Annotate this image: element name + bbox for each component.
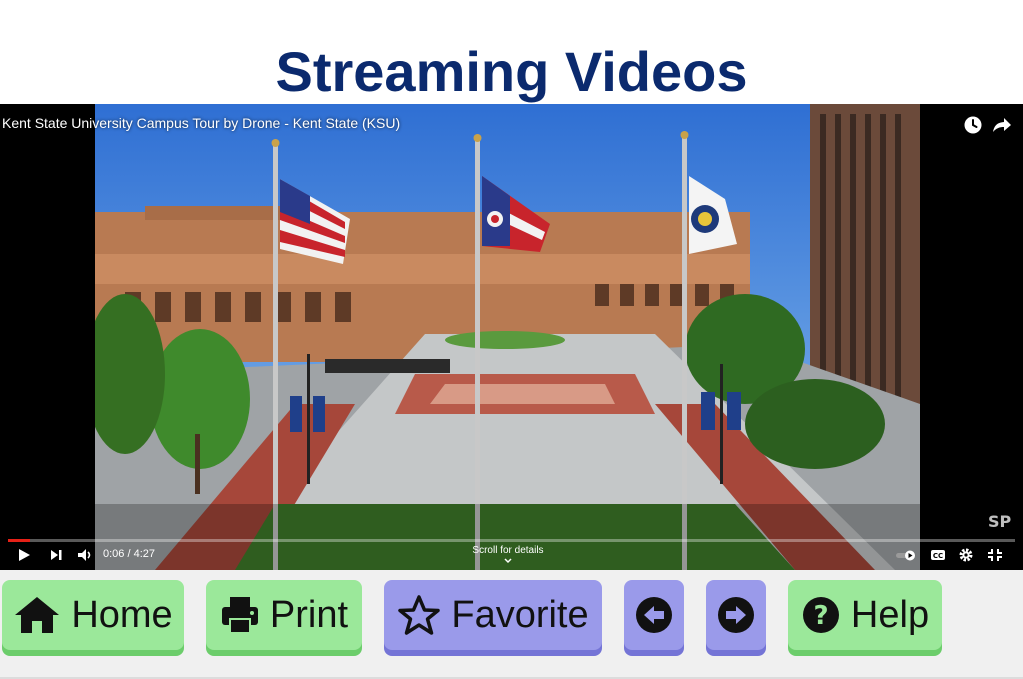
star-icon — [398, 595, 441, 635]
page-title: Streaming Videos — [275, 40, 748, 103]
print-label: Print — [269, 593, 349, 636]
settings-icon[interactable] — [957, 545, 975, 565]
printer-icon — [221, 597, 258, 634]
chevron-down-icon — [504, 558, 512, 564]
watch-later-icon[interactable] — [962, 114, 984, 136]
svg-text:?: ? — [813, 601, 828, 631]
help-label: Help — [850, 593, 930, 636]
home-button[interactable]: Home — [2, 580, 184, 650]
home-icon — [15, 597, 60, 633]
home-label: Home — [71, 593, 173, 636]
scroll-hint-label: Scroll for details — [472, 545, 544, 556]
favorite-button[interactable]: Favorite — [384, 580, 602, 650]
toolbar: Home Print Favorite ? Help — [0, 570, 1023, 679]
watermark: SP — [988, 512, 1012, 531]
video-title[interactable]: Kent State University Campus Tour by Dro… — [2, 115, 400, 131]
svg-text:CC: CC — [933, 552, 943, 560]
favorite-label: Favorite — [451, 593, 589, 636]
help-button[interactable]: ? Help — [788, 580, 942, 650]
video-player[interactable]: Kent State University Campus Tour by Dro… — [0, 104, 1023, 570]
back-button[interactable] — [624, 580, 684, 650]
print-button[interactable]: Print — [206, 580, 362, 650]
autoplay-toggle-icon[interactable] — [895, 545, 917, 565]
next-icon[interactable] — [48, 545, 64, 565]
progress-bar[interactable] — [8, 539, 1015, 542]
question-icon: ? — [802, 597, 839, 633]
play-icon[interactable] — [16, 545, 32, 565]
progress-fill — [8, 539, 31, 542]
video-frame[interactable] — [95, 104, 920, 570]
forward-button[interactable] — [706, 580, 766, 650]
captions-icon[interactable]: CC — [929, 545, 947, 565]
arrow-left-icon — [636, 597, 672, 633]
scroll-hint[interactable]: Scroll for details — [458, 545, 558, 569]
time-display: 0:06 / 4:27 — [103, 548, 155, 560]
share-icon[interactable] — [991, 114, 1013, 136]
arrow-right-icon — [718, 597, 754, 633]
exit-fullscreen-icon[interactable] — [986, 545, 1004, 565]
volume-icon[interactable] — [76, 545, 94, 565]
